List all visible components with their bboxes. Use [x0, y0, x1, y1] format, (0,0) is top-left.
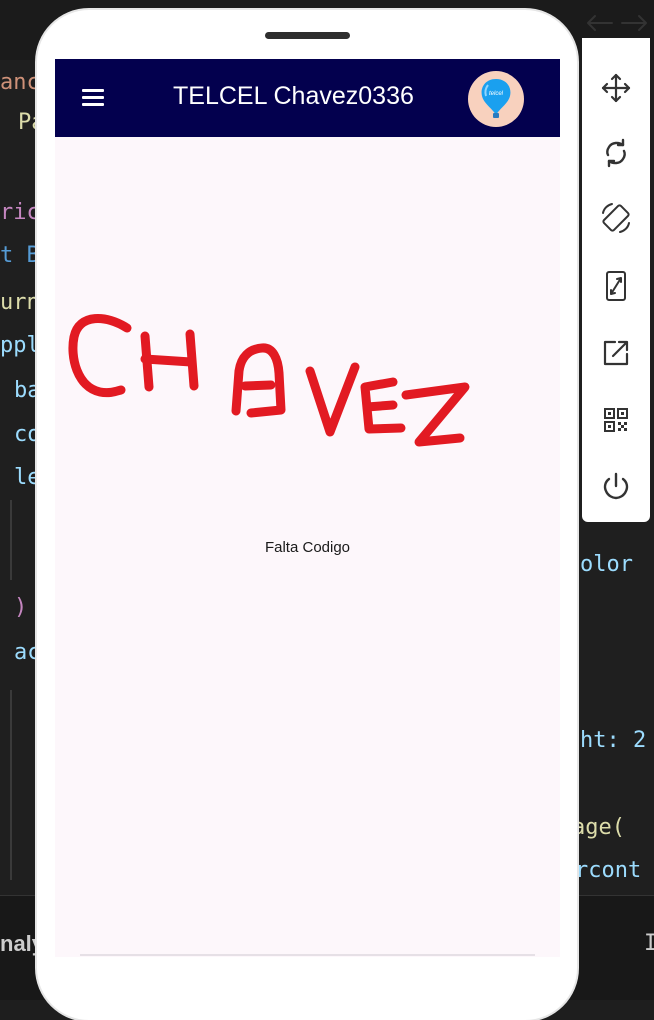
- indent-guide: [10, 500, 12, 580]
- avatar[interactable]: telcel: [468, 71, 524, 127]
- emulator-toolbar: [582, 38, 650, 522]
- move-icon[interactable]: [596, 68, 636, 108]
- code-fragment: urn: [0, 290, 40, 315]
- resize-icon[interactable]: [596, 266, 636, 306]
- qr-code-icon[interactable]: [596, 400, 636, 440]
- code-fragment: age(: [572, 815, 625, 840]
- screen-rotate-icon[interactable]: [596, 198, 636, 238]
- balloon-icon: telcel: [481, 79, 511, 118]
- indent-guide: [10, 690, 12, 880]
- rotate-icon[interactable]: [596, 133, 636, 173]
- code-fragment: olor: [580, 552, 633, 577]
- open-external-icon[interactable]: [596, 333, 636, 373]
- svg-text:telcel: telcel: [489, 91, 504, 97]
- code-fragment: anc: [0, 70, 40, 95]
- resize-arrows-icon[interactable]: [584, 8, 650, 38]
- home-indicator: [80, 954, 535, 956]
- app-bar: TELCEL Chavez0336 telcel: [55, 59, 560, 137]
- phone-speaker: [265, 32, 350, 39]
- code-fragment: ht: 2: [580, 728, 647, 753]
- power-icon[interactable]: [596, 466, 636, 506]
- code-fragment: ): [14, 595, 28, 620]
- code-fragment: t B: [0, 243, 40, 268]
- code-fragment: rcont: [575, 858, 642, 883]
- code-fragment: ppl: [0, 333, 40, 358]
- app-screen: TELCEL Chavez0336 telcel Falta Codigo: [55, 59, 560, 957]
- app-title: TELCEL Chavez0336: [173, 82, 414, 110]
- code-fragment: ric: [0, 200, 40, 225]
- signature-drawing: [68, 314, 470, 447]
- panel-label: I: [644, 931, 654, 956]
- status-message: Falta Codigo: [264, 539, 351, 556]
- hamburger-menu-icon[interactable]: [82, 89, 104, 107]
